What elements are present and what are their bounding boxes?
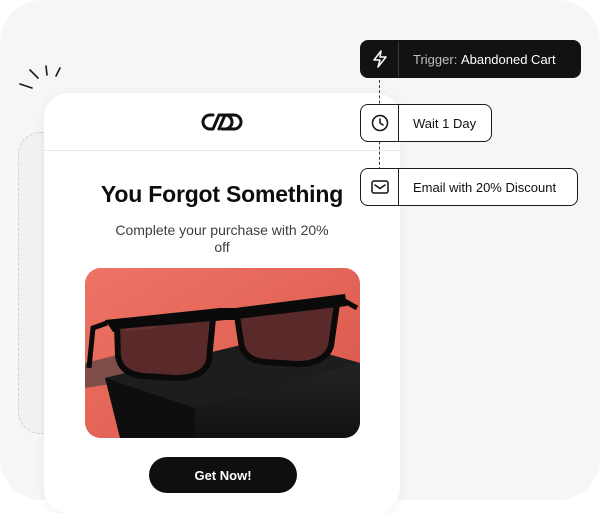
sunglasses-illustration [85,268,360,438]
trigger-label: Trigger: Abandoned Cart [399,41,570,77]
infinity-link-logo [201,113,243,130]
wait-label: Wait 1 Day [413,115,477,131]
wait-step[interactable]: Wait 1 Day [360,104,492,142]
email-step[interactable]: Email with 20% Discount [360,168,578,206]
product-image [85,268,360,438]
email-header [44,93,400,151]
email-step-label: Email with 20% Discount [413,179,557,195]
mail-icon [361,169,399,205]
email-subtext: Complete your purchase with 20% off [115,222,329,255]
get-now-button[interactable]: Get Now! [149,457,297,493]
lightning-icon [361,41,399,77]
email-preview-card: You Forgot Something Complete your purch… [44,93,400,513]
trigger-prefix: Trigger: [413,51,458,67]
trigger-value: Abandoned Cart [460,51,556,67]
clock-icon [361,105,399,141]
trigger-step[interactable]: Trigger: Abandoned Cart [360,40,581,78]
email-headline: You Forgot Something [100,181,344,207]
